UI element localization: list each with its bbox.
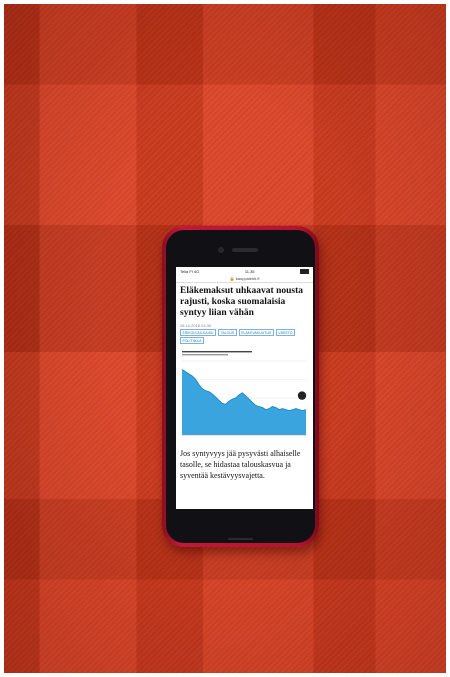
- photo-background: Telia FI 4G 11.35 🔒 kauppalehti.fi Eläke…: [4, 4, 446, 673]
- clock: 11.35: [244, 268, 255, 274]
- tag-link[interactable]: ERIKOISJULKAISU: [180, 329, 216, 336]
- home-button[interactable]: [228, 538, 253, 540]
- tag-link[interactable]: TALOUS: [217, 329, 237, 336]
- earpiece-speaker: [232, 248, 258, 252]
- tag-link[interactable]: VÄESTÖ: [275, 329, 295, 336]
- battery-icon: [300, 268, 309, 274]
- article-tags: ERIKOISJULKAISU TALOUS ELÄKEVAKUUTUS VÄE…: [176, 329, 313, 344]
- smartphone: Telia FI 4G 11.35 🔒 kauppalehti.fi Eläke…: [162, 226, 319, 547]
- phone-front-bezel: Telia FI 4G 11.35 🔒 kauppalehti.fi Eläke…: [166, 230, 315, 543]
- phone-screen: Telia FI 4G 11.35 🔒 kauppalehti.fi Eläke…: [176, 267, 313, 509]
- chart-container: [176, 344, 313, 444]
- url-bar[interactable]: 🔒 kauppalehti.fi: [176, 275, 313, 283]
- url-text: kauppalehti.fi: [235, 276, 260, 281]
- chart-caption-bar: [182, 354, 228, 356]
- article-lead: Jos syntyvyys jää pysyvästi alhaiselle t…: [180, 449, 301, 480]
- lock-icon: 🔒: [229, 276, 235, 281]
- front-camera-icon: [218, 247, 224, 253]
- tag-link[interactable]: ELÄKEVAKUUTUS: [238, 329, 274, 336]
- chart-caption-bar: [182, 351, 252, 353]
- article-date: 28.10.2018 04:30: [180, 323, 212, 328]
- tag-link[interactable]: POLITIIKKA: [180, 337, 205, 344]
- chart-marker-icon[interactable]: [297, 391, 307, 400]
- status-bar: Telia FI 4G 11.35: [176, 267, 313, 275]
- carrier-label: Telia FI 4G: [180, 268, 200, 274]
- birth-rate-chart: [181, 351, 307, 436]
- article-headline[interactable]: Eläkemaksut uhkaavat nousta rajusti, kos…: [176, 283, 313, 319]
